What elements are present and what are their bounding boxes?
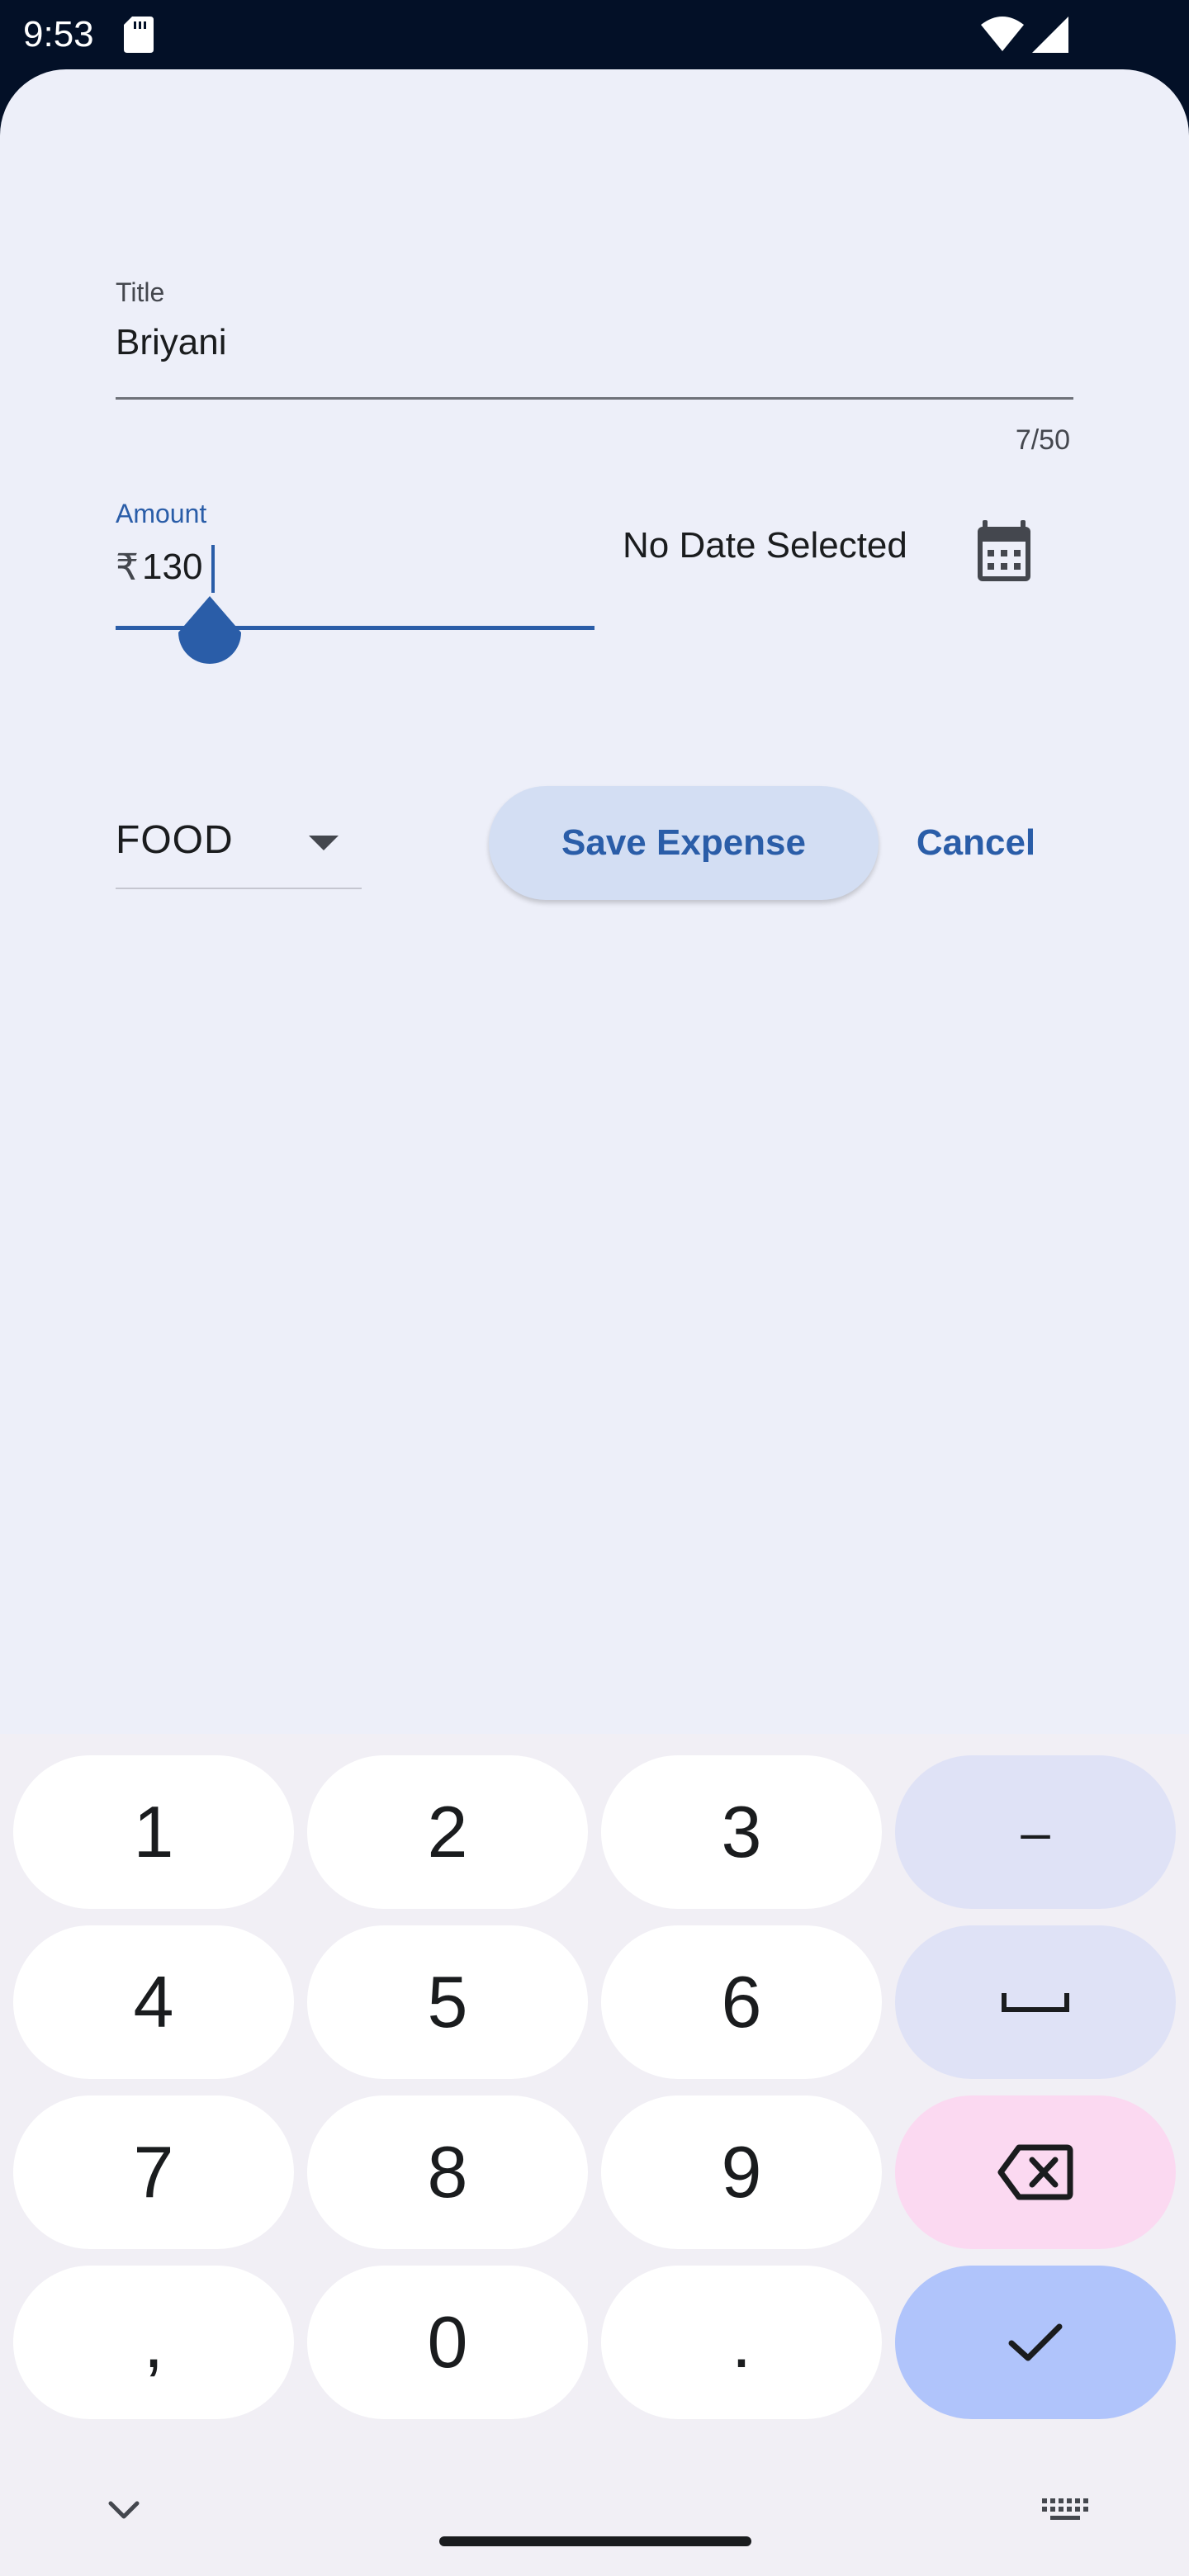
title-underline [116,397,1073,400]
cancel-button[interactable]: Cancel [895,786,1057,900]
key-4[interactable]: 4 [13,1925,294,2079]
sd-card-icon [124,17,154,53]
dropdown-arrow-icon [309,836,339,850]
text-cursor [211,545,215,593]
hide-keyboard-icon[interactable] [99,2493,149,2526]
key-space[interactable] [895,1925,1176,2079]
checkmark-icon [1008,2323,1063,2361]
amount-value: 130 [142,547,203,587]
title-value: Briyani [116,322,227,362]
category-selected-value: FOOD [116,818,234,862]
key-6[interactable]: 6 [601,1925,882,2079]
calendar-icon[interactable] [964,512,1044,591]
key-2[interactable]: 2 [307,1755,588,1909]
wifi-icon [981,17,1024,51]
add-expense-sheet: Title Briyani 7/50 Amount ₹ 130 No Date … [0,69,1189,1734]
key-done[interactable] [895,2266,1176,2419]
title-label: Title [116,277,165,307]
cursor-handle-icon[interactable] [178,596,241,667]
status-time: 9:53 [23,14,94,54]
selected-date-text: No Date Selected [623,525,907,566]
currency-prefix: ₹ [116,547,139,588]
space-bar-icon [1002,1993,1069,2012]
key-8[interactable]: 8 [307,2095,588,2249]
key-1[interactable]: 1 [13,1755,294,1909]
key-period[interactable]: . [601,2266,882,2419]
key-5[interactable]: 5 [307,1925,588,2079]
key-comma[interactable]: , [13,2266,294,2419]
key-7[interactable]: 7 [13,2095,294,2249]
title-character-counter: 7/50 [1015,424,1070,456]
backspace-icon [997,2144,1073,2200]
key-minus[interactable]: – [895,1755,1176,1909]
status-bar: 9:53 [0,0,1189,69]
numeric-keyboard: 1 2 3 – 4 5 6 7 8 9 , 0 . [0,1734,1189,2576]
dropdown-underline [116,888,362,889]
save-expense-button[interactable]: Save Expense [489,786,879,900]
category-dropdown[interactable]: FOOD [116,784,362,890]
key-0[interactable]: 0 [307,2266,588,2419]
key-backspace[interactable] [895,2095,1176,2249]
title-input[interactable] [116,383,1073,454]
key-9[interactable]: 9 [601,2095,882,2249]
key-3[interactable]: 3 [601,1755,882,1909]
keyboard-switch-icon[interactable] [1037,2493,1093,2526]
signal-icon [1032,17,1068,53]
home-indicator[interactable] [439,2536,751,2546]
amount-label: Amount [116,499,207,528]
